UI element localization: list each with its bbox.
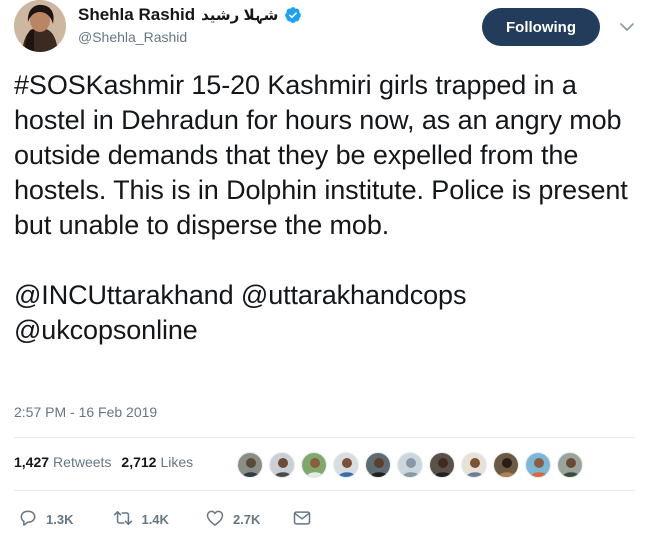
author-name-row: Shehla Rashid شہلا رشید <box>78 4 302 26</box>
direct-message-button[interactable] <box>292 508 312 531</box>
liker-avatar[interactable] <box>525 452 551 478</box>
reply-button[interactable]: 1.3K <box>18 508 73 531</box>
divider <box>14 437 635 438</box>
tweet-timestamp[interactable]: 2:57 PM - 16 Feb 2019 <box>14 404 157 420</box>
liker-avatar[interactable] <box>365 452 391 478</box>
retweets-label: Retweets <box>53 454 112 470</box>
liker-avatar[interactable] <box>301 452 327 478</box>
liker-avatar[interactable] <box>269 452 295 478</box>
envelope-icon <box>292 508 312 531</box>
liker-avatars <box>237 452 589 478</box>
tweet-actions: 1.3K 1.4K 2.7K <box>14 508 312 531</box>
author-block: Shehla Rashid شہلا رشید @Shehla_Rashid <box>78 4 302 45</box>
liker-avatar[interactable] <box>333 452 359 478</box>
like-button[interactable]: 2.7K <box>205 508 260 531</box>
likes-label: Likes <box>160 454 194 470</box>
tweet-text: #SOSKashmir 15-20 Kashmiri girls trapped… <box>14 68 654 348</box>
retweet-button[interactable]: 1.4K <box>113 508 169 531</box>
liker-avatar[interactable] <box>557 452 583 478</box>
reply-count: 1.3K <box>46 512 74 527</box>
tweet-stats: 1,427 Retweets 2,712 Likes <box>14 454 203 470</box>
divider <box>14 490 635 491</box>
author-display-name[interactable]: Shehla Rashid <box>78 5 195 25</box>
tweet-mentions[interactable]: @INCUttarakhand @uttarakhandcops @ukcops… <box>14 278 654 348</box>
retweet-count: 1.4K <box>141 512 169 527</box>
liker-avatar[interactable] <box>493 452 519 478</box>
tweet-paragraph: #SOSKashmir 15-20 Kashmiri girls trapped… <box>14 70 628 240</box>
retweets-stat[interactable]: 1,427 Retweets <box>14 454 111 470</box>
liker-avatar[interactable] <box>461 452 487 478</box>
verified-badge-icon <box>284 6 302 24</box>
like-count: 2.7K <box>232 512 261 527</box>
author-urdu-name[interactable]: شہلا رشید <box>201 6 278 24</box>
author-handle[interactable]: @Shehla_Rashid <box>78 29 302 45</box>
heart-icon <box>205 508 225 531</box>
liker-avatar[interactable] <box>397 452 423 478</box>
chevron-down-icon[interactable] <box>618 18 636 36</box>
liker-avatar[interactable] <box>429 452 455 478</box>
liker-avatar[interactable] <box>237 452 263 478</box>
following-button[interactable]: Following <box>482 8 600 46</box>
likes-stat[interactable]: 2,712 Likes <box>121 454 193 470</box>
author-avatar[interactable] <box>14 0 66 52</box>
likes-count: 2,712 <box>121 454 157 470</box>
retweets-count: 1,427 <box>14 454 50 470</box>
reply-icon <box>18 508 38 531</box>
retweet-icon <box>113 508 133 531</box>
